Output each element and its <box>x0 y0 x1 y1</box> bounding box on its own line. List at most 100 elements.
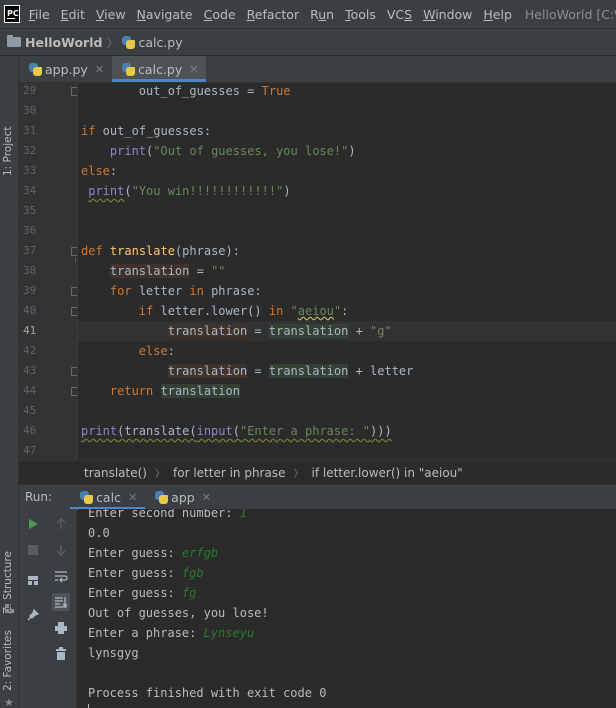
rerun-icon[interactable] <box>26 517 40 531</box>
code-line: if out_of_guesses: <box>81 124 212 138</box>
code-line-current: translation = translation + "g" <box>167 324 392 338</box>
line-number-current: 41 <box>23 324 37 337</box>
code-line: print("You win!!!!!!!!!!!!") <box>88 184 291 198</box>
editor-tabs: app.py ✕ calc.py ✕ <box>19 56 616 83</box>
line-number: 34 <box>23 184 37 197</box>
nav-separator-icon: 〉 <box>106 35 119 50</box>
nav-project[interactable]: HelloWorld <box>25 35 102 50</box>
python-file-icon <box>29 62 42 76</box>
code-line: print("Out of guesses, you lose!") <box>109 144 356 158</box>
structure-icon <box>5 604 14 613</box>
line-number: 32 <box>23 144 37 157</box>
menu-file[interactable]: File <box>29 7 50 22</box>
tab-app-py[interactable]: app.py ✕ <box>19 56 112 82</box>
navigation-bar: HelloWorld 〉 calc.py <box>0 28 616 56</box>
menu-code[interactable]: Code <box>204 7 236 22</box>
soft-wrap-icon[interactable] <box>54 569 68 583</box>
code-line: if letter.lower() in "aeiou": <box>138 304 349 318</box>
close-icon[interactable]: ✕ <box>95 63 104 76</box>
python-file-icon <box>122 35 136 49</box>
line-number: 36 <box>23 224 37 237</box>
console-line: Enter second number: 1 <box>88 509 247 520</box>
line-number: 37 <box>23 244 37 257</box>
line-number: 31 <box>23 124 37 137</box>
fold-line <box>75 257 76 263</box>
run-panel-title: Run: <box>25 490 53 504</box>
project-tool-tab[interactable]: 1: Project <box>0 112 19 182</box>
run-tab-calc[interactable]: calc ✕ <box>70 485 146 510</box>
menu-window[interactable]: Window <box>423 7 472 22</box>
line-number: 40 <box>23 304 37 317</box>
line-number: 44 <box>23 384 37 397</box>
menu-navigate[interactable]: Navigate <box>137 7 193 22</box>
fold-marker-icon[interactable] <box>71 287 77 296</box>
tab-calc-py[interactable]: calc.py ✕ <box>112 56 207 82</box>
menu-tools[interactable]: Tools <box>345 7 376 22</box>
menu-help[interactable]: Help <box>483 7 512 22</box>
run-panel-header: Run: calc ✕ app ✕ <box>19 484 616 510</box>
close-icon[interactable]: ✕ <box>202 491 211 504</box>
print-icon[interactable] <box>54 621 68 635</box>
fold-marker-icon[interactable] <box>71 247 77 256</box>
trash-icon[interactable] <box>54 647 68 661</box>
code-line: for letter in phrase: <box>109 284 262 298</box>
scroll-to-end-icon[interactable] <box>52 593 70 611</box>
menu-view[interactable]: View <box>96 7 126 22</box>
console-line: lynsgyg <box>88 646 139 660</box>
menu-vcs[interactable]: VCS <box>387 7 412 22</box>
favorites-tool-tab[interactable]: 2: Favorites <box>0 630 19 701</box>
editor-gutter[interactable]: 29 30 31 32 33 34 35 36 37 38 39 40 41 4… <box>19 83 78 460</box>
console-caret <box>88 704 89 708</box>
window-title: HelloWorld [C:\Users\Ly <box>524 6 616 22</box>
console-line: 0.0 <box>88 526 110 540</box>
close-icon[interactable]: ✕ <box>128 491 137 504</box>
chevron-right-icon: 〉 <box>293 469 304 480</box>
close-icon[interactable]: ✕ <box>189 63 198 76</box>
arrow-up-icon[interactable] <box>54 517 68 531</box>
line-number: 46 <box>23 424 37 437</box>
console-line: Enter guess: fg <box>88 586 197 600</box>
folder-icon <box>7 35 21 47</box>
code-line: else: <box>138 344 175 358</box>
code-line: out_of_guesses = True <box>81 84 291 98</box>
menu-refactor[interactable]: Refactor <box>247 7 299 22</box>
layout-icon[interactable] <box>26 573 40 587</box>
breadcrumb-item[interactable]: if letter.lower() in "aeiou" <box>311 466 462 480</box>
code-editor[interactable]: out_of_guesses = True if out_of_guesses:… <box>78 83 616 460</box>
code-line: def translate(phrase): <box>81 244 240 258</box>
left-tool-strip: 1: Project Z: Structure 2: Favorites ★ <box>0 56 19 708</box>
star-icon: ★ <box>4 696 14 708</box>
line-number: 29 <box>23 84 37 97</box>
stop-icon[interactable] <box>26 543 40 557</box>
fold-marker-icon[interactable] <box>71 87 77 96</box>
fold-marker-icon[interactable] <box>71 387 77 396</box>
console-line: Enter guess: fgb <box>88 566 204 580</box>
code-line: return translation <box>109 384 240 398</box>
python-run-icon <box>80 490 94 504</box>
code-line: translation = "" <box>109 264 226 278</box>
breadcrumb-item[interactable]: translate() <box>84 466 147 480</box>
fold-marker-icon[interactable] <box>71 307 77 316</box>
console-line: Out of guesses, you lose! <box>88 606 269 620</box>
line-number: 43 <box>23 364 37 377</box>
pin-icon[interactable] <box>26 608 40 622</box>
menu-bar: PC File Edit View Navigate Code Refactor… <box>0 0 616 28</box>
python-file-icon <box>122 62 136 76</box>
console-line: Process finished with exit code 0 <box>88 686 327 700</box>
line-number: 33 <box>23 164 37 177</box>
fold-marker-icon[interactable] <box>71 367 77 376</box>
line-number: 45 <box>23 404 37 417</box>
console-line: Enter a phrase: Lynseyu <box>88 626 255 640</box>
nav-file[interactable]: calc.py <box>138 35 182 50</box>
python-run-icon <box>155 490 169 504</box>
code-line: translation = translation + letter <box>167 364 414 378</box>
menu-edit[interactable]: Edit <box>61 7 85 22</box>
arrow-down-icon[interactable] <box>54 543 68 557</box>
menu-run[interactable]: Run <box>310 7 334 22</box>
line-number: 42 <box>23 344 37 357</box>
run-tab-app[interactable]: app ✕ <box>145 485 219 510</box>
breadcrumb-item[interactable]: for letter in phrase <box>173 466 285 480</box>
run-console[interactable]: Enter second number: 1 0.0 Enter guess: … <box>78 509 616 708</box>
console-line: Enter guess: erfgb <box>88 546 219 560</box>
code-line: print(translate(input("Enter a phrase: "… <box>81 424 392 438</box>
